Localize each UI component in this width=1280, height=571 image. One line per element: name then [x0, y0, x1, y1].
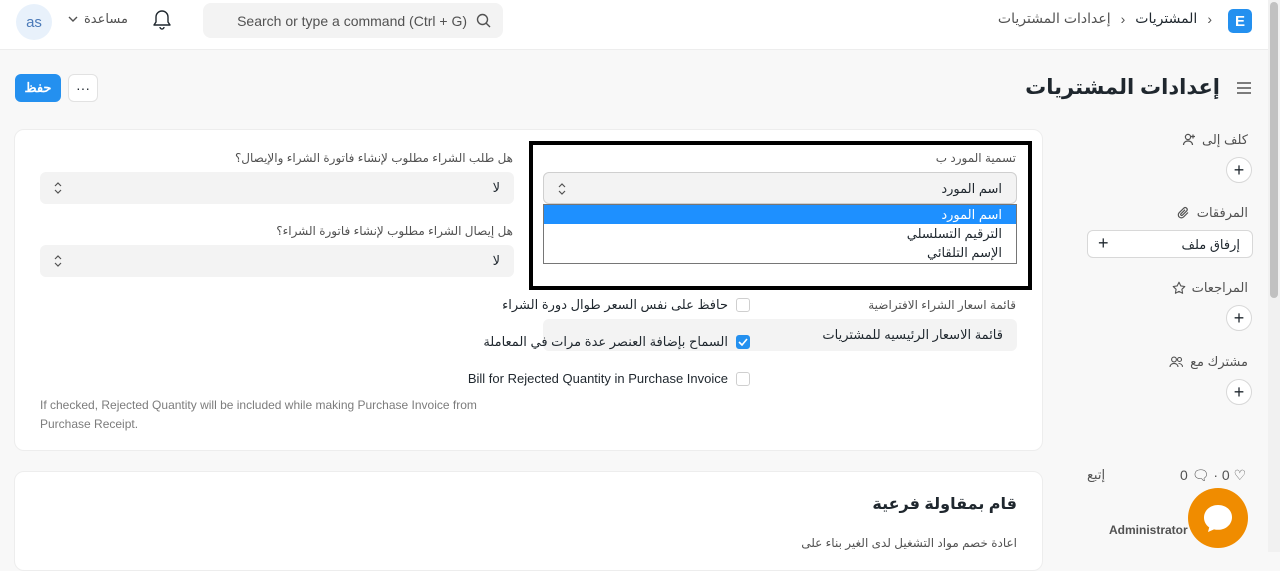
chevron-down-icon: [68, 16, 78, 22]
users-icon: [1169, 356, 1184, 368]
more-actions-button[interactable]: ···: [68, 74, 98, 102]
price-list-value: قائمة الاسعار الرئيسيه للمشتريات: [822, 327, 1003, 342]
shared-with-section: مشترك مع: [1169, 354, 1248, 370]
assign-to-label: كلف إلى: [1202, 132, 1248, 147]
search-icon: [476, 13, 491, 28]
breadcrumb: › المشتريات › إعدادات المشتريات: [998, 10, 1212, 27]
price-list-label: قائمة اسعار الشراء الافتراضية: [868, 298, 1016, 312]
stats-row: 0 🗨 · 0 ♡: [1180, 467, 1246, 484]
reviews-label: المراجعات: [1191, 280, 1248, 295]
plus-icon: +: [1098, 233, 1109, 253]
add-share-button[interactable]: +: [1226, 379, 1252, 405]
breadcrumb-separator: ›: [1120, 10, 1126, 27]
reviews-section: المراجعات: [1172, 280, 1248, 296]
comments-count: 0: [1180, 467, 1188, 483]
dropdown-option-auto-name[interactable]: الإسم التلقائي: [544, 243, 1016, 262]
assign-to-section: كلف إلى: [1182, 132, 1248, 148]
add-user-icon: [1182, 133, 1196, 146]
follow-link[interactable]: إتبع: [1087, 467, 1105, 483]
attachments-label: المرفقات: [1196, 205, 1248, 220]
pr-required-label: هل إيصال الشراء مطلوب لإنشاء فاتورة الشر…: [276, 224, 513, 238]
checkbox-bill-rejected-qty[interactable]: Bill for Rejected Quantity in Purchase I…: [468, 371, 750, 386]
checkbox[interactable]: [736, 298, 750, 312]
bell-icon[interactable]: [152, 9, 172, 31]
chat-launcher-button[interactable]: [1188, 488, 1248, 548]
dot-separator: ·: [1213, 467, 1219, 483]
add-assign-button[interactable]: +: [1226, 157, 1252, 183]
breadcrumb-buying-settings[interactable]: إعدادات المشتريات: [998, 10, 1111, 27]
paperclip-icon: [1177, 207, 1189, 219]
star-icon: [1172, 281, 1185, 294]
page-title: إعدادات المشتريات: [1025, 76, 1220, 99]
pr-required-select[interactable]: لا: [40, 245, 514, 277]
updown-chevron-icon: [54, 182, 62, 194]
likes-count: 0: [1221, 467, 1230, 483]
user-avatar[interactable]: as: [16, 4, 52, 40]
supplier-naming-dropdown-list[interactable]: اسم المورد الترقيم التسلسلي الإسم التلقا…: [543, 204, 1017, 264]
vertical-scrollbar[interactable]: [1268, 0, 1280, 552]
rejected-qty-description: If checked, Rejected Quantity will be in…: [40, 398, 477, 431]
dropdown-option-naming-series[interactable]: الترقيم التسلسلي: [544, 224, 1016, 243]
checkbox-label: Bill for Rejected Quantity in Purchase I…: [467, 371, 728, 386]
checkbox-maintain-rate[interactable]: حافظ على نفس السعر طوال دورة الشراء: [502, 297, 750, 313]
save-button[interactable]: حفظ: [15, 74, 61, 102]
po-required-value: لا: [492, 180, 500, 195]
checkbox-allow-multiple-items[interactable]: السماح بإضافة العنصر عدة مرات في المعامل…: [483, 334, 750, 350]
attach-file-button[interactable]: إرفاق ملف +: [1087, 230, 1253, 258]
subcontract-section-title: قام بمقاولة فرعية: [872, 496, 1017, 513]
subcontract-card: [14, 471, 1043, 571]
chat-icon: [1204, 505, 1232, 532]
checkbox-checked[interactable]: [736, 335, 750, 349]
app-logo[interactable]: E: [1228, 9, 1252, 33]
check-icon: [738, 338, 748, 346]
comment-icon: 🗨: [1191, 467, 1210, 483]
admin-label: Administrator: [1109, 523, 1188, 537]
attach-file-label: إرفاق ملف: [1181, 237, 1241, 252]
heart-icon[interactable]: ♡: [1234, 467, 1247, 483]
updown-chevron-icon: [54, 255, 62, 267]
search-placeholder: Search or type a command (Ctrl + G): [237, 13, 467, 29]
dropdown-option-supplier-name[interactable]: اسم المورد: [544, 205, 1016, 224]
breadcrumb-purchasing[interactable]: المشتريات: [1135, 10, 1197, 27]
backflush-label: اعادة خصم مواد التشغيل لدى الغير بناء عل…: [801, 536, 1017, 550]
search-input[interactable]: Search or type a command (Ctrl + G): [203, 3, 503, 38]
breadcrumb-separator: ›: [1207, 10, 1212, 27]
pr-required-value: لا: [492, 253, 500, 268]
help-dropdown[interactable]: مساعدة: [68, 11, 128, 27]
scrollbar-thumb[interactable]: [1270, 2, 1278, 298]
checkbox-label: حافظ على نفس السعر طوال دورة الشراء: [502, 297, 728, 312]
navbar: as مساعدة Search or type a command (Ctrl…: [0, 0, 1268, 50]
po-required-select[interactable]: لا: [40, 172, 514, 204]
shared-with-label: مشترك مع: [1190, 354, 1248, 369]
po-required-label: هل طلب الشراء مطلوب لإنشاء فاتورة الشراء…: [234, 151, 513, 165]
help-label: مساعدة: [84, 11, 128, 26]
checkbox-label: السماح بإضافة العنصر عدة مرات في المعامل…: [483, 334, 728, 349]
attachments-section: المرفقات: [1177, 205, 1248, 221]
add-review-button[interactable]: +: [1226, 305, 1252, 331]
sidebar-toggle-icon[interactable]: [1236, 82, 1252, 94]
checkbox[interactable]: [736, 371, 750, 386]
